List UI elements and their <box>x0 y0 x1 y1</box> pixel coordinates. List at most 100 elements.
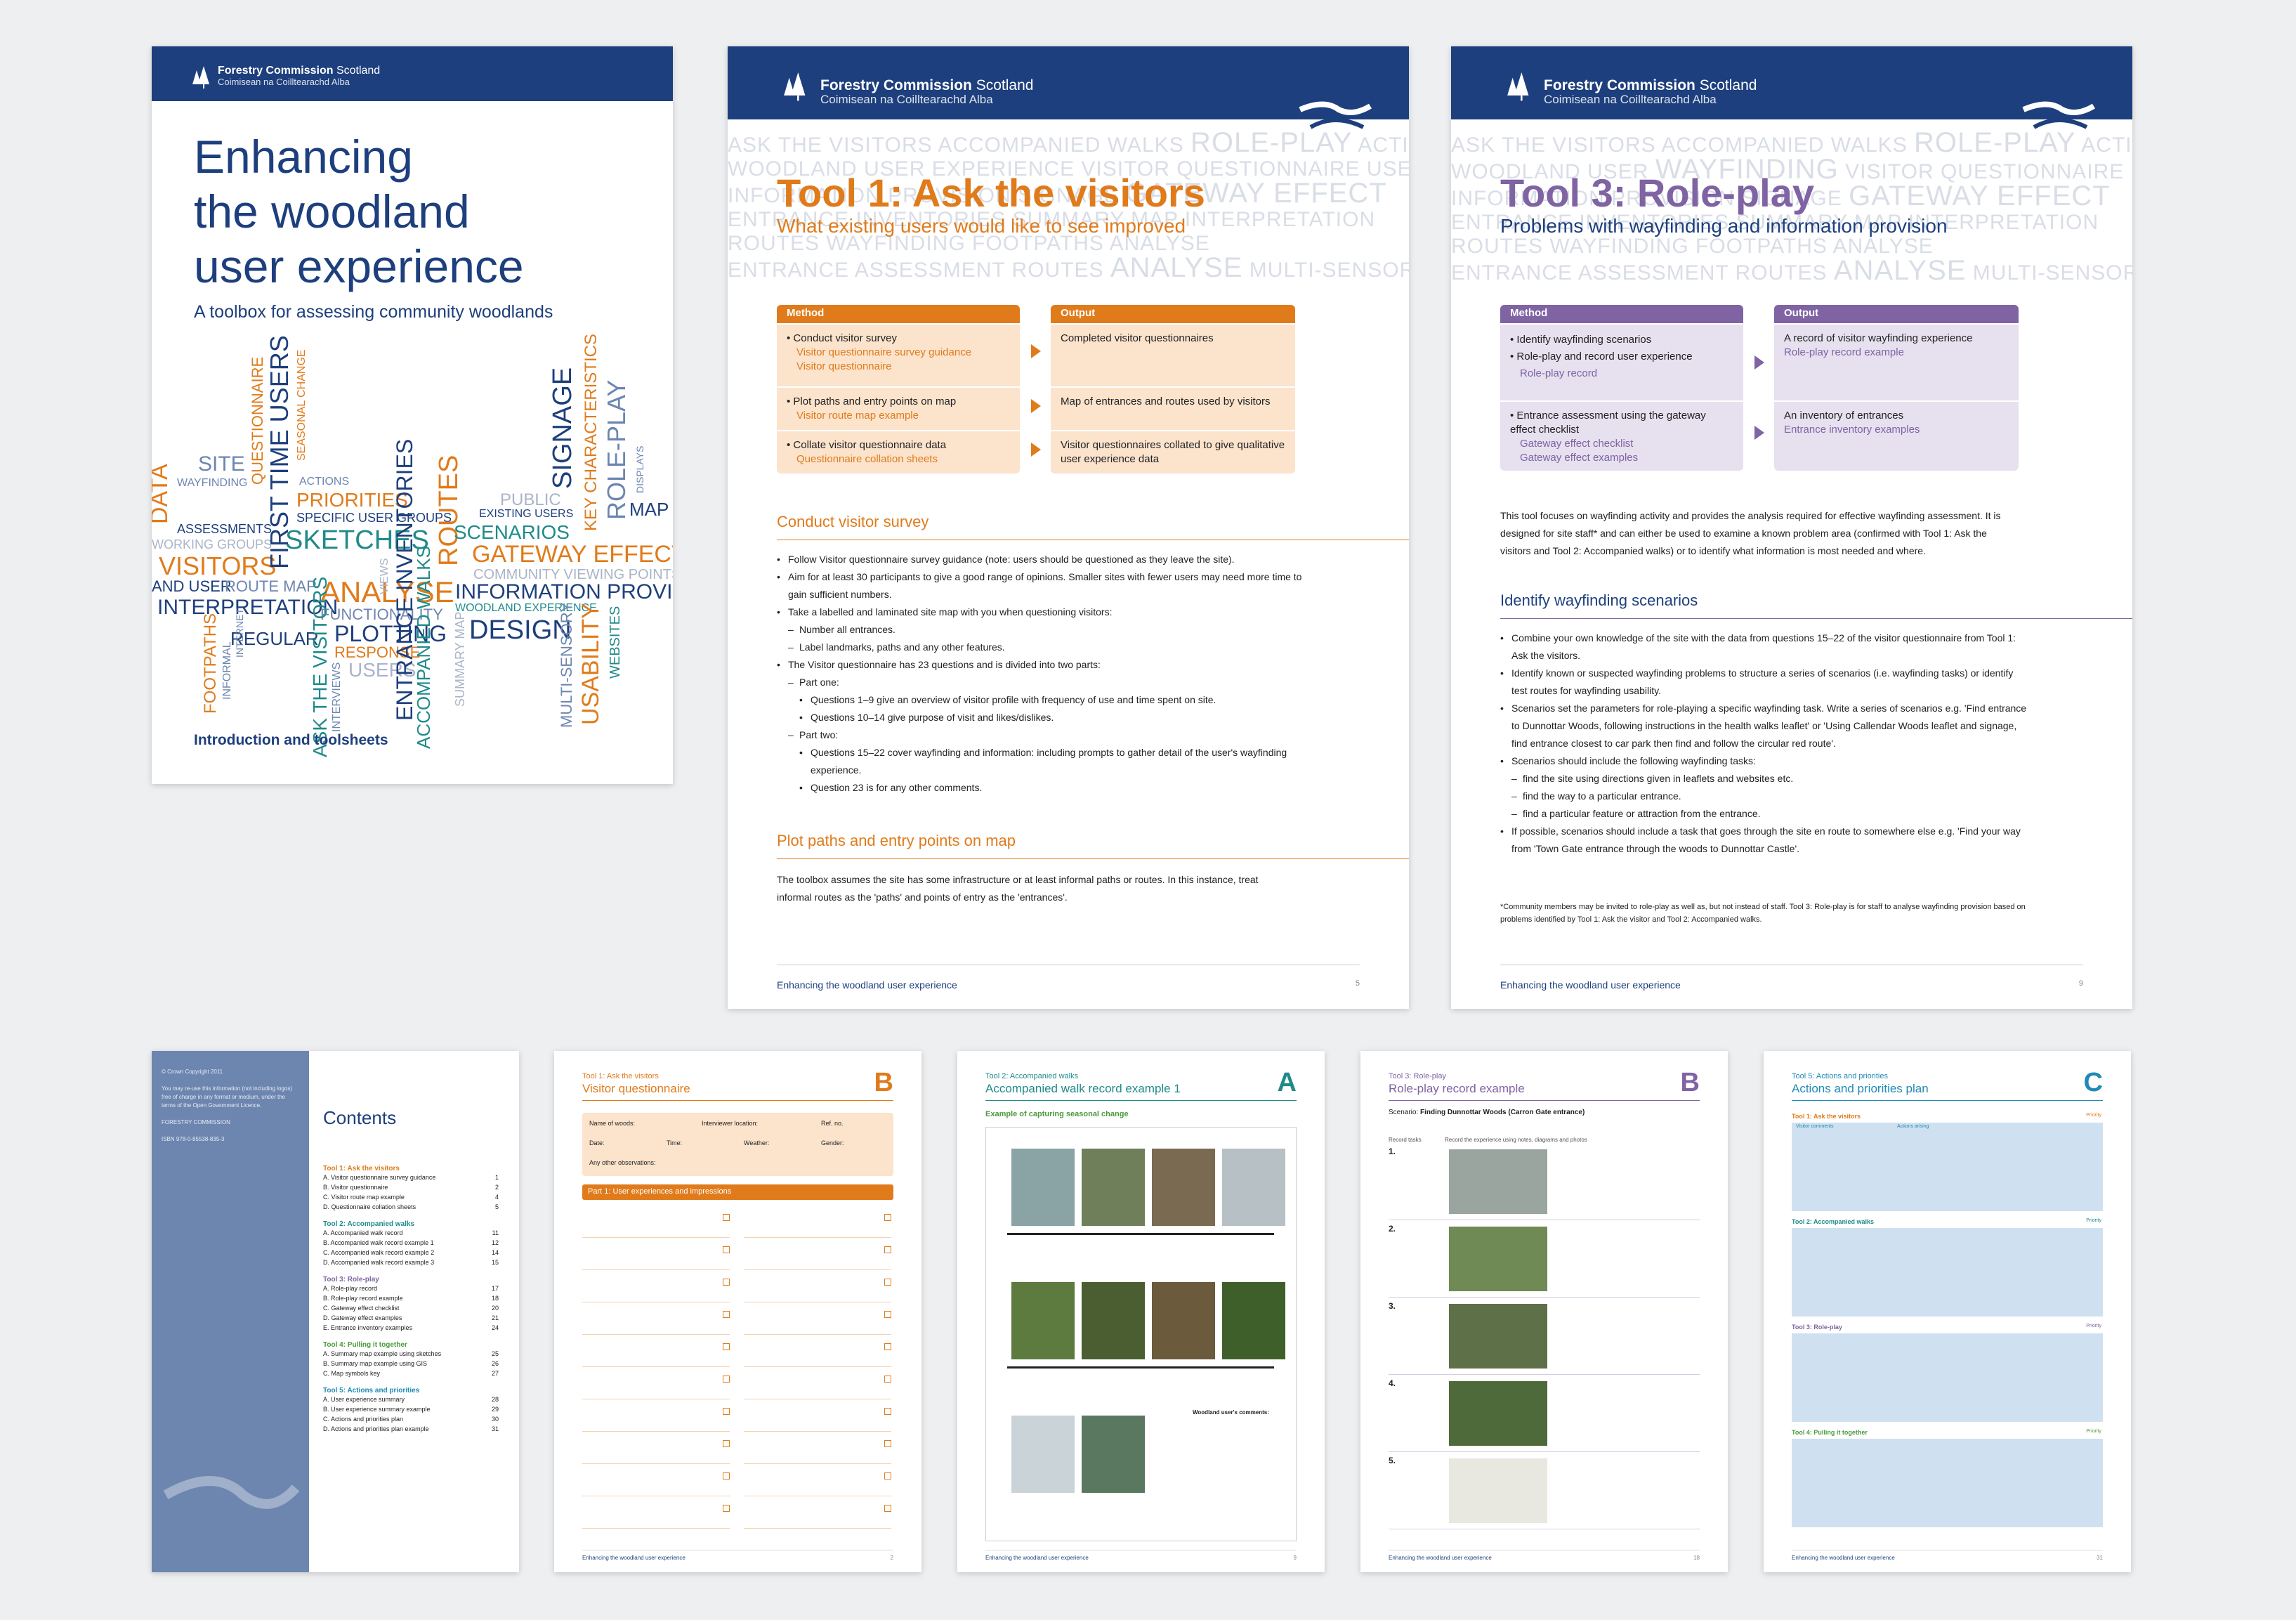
plan-entry-area[interactable] <box>1792 1123 2103 1211</box>
method-box: Method • Identify wayfinding scenarios • … <box>1500 305 1743 471</box>
toc-item[interactable]: E. Entrance inventory examples 24 <box>323 1323 499 1333</box>
toc-item[interactable]: C. Map symbols key 27 <box>323 1368 499 1378</box>
cover-footer: Introduction and toolsheets <box>194 732 388 748</box>
checkbox[interactable] <box>723 1343 730 1350</box>
word: WOODLAND EXPERIENCE <box>455 602 597 614</box>
doc-link[interactable]: Role-play record example <box>1784 346 2009 360</box>
plan-entry-area[interactable] <box>1792 1439 2103 1527</box>
toc-item[interactable]: A. Role-play record 17 <box>323 1283 499 1293</box>
checkbox[interactable] <box>884 1408 891 1415</box>
checkbox[interactable] <box>884 1311 891 1318</box>
checkbox[interactable] <box>723 1214 730 1221</box>
word: AND USER <box>152 577 232 595</box>
sheet-letter: A <box>1277 1068 1297 1097</box>
doc-link[interactable]: Questionnaire collation sheets <box>787 452 1010 466</box>
step-number: 1. <box>1389 1147 1396 1156</box>
toc-item[interactable]: A. User experience summary 28 <box>323 1394 499 1404</box>
accompanied-walk-page: Tool 2: Accompanied walks Accompanied wa… <box>957 1051 1325 1572</box>
checkbox[interactable] <box>723 1279 730 1286</box>
toc-item[interactable]: B. Visitor questionnaire 2 <box>323 1182 499 1192</box>
toc-item[interactable]: A. Accompanied walk record 11 <box>323 1228 499 1238</box>
word: WEBSITES <box>608 606 623 679</box>
toc-item[interactable]: A. Summary map example using sketches 25 <box>323 1349 499 1359</box>
checkbox[interactable] <box>723 1408 730 1415</box>
doc-link[interactable]: Entrance inventory examples <box>1784 423 2009 437</box>
plan-section-heading: Tool 2: Accompanied walks <box>1792 1218 1875 1225</box>
checkbox[interactable] <box>884 1279 891 1286</box>
plan-entry-area[interactable] <box>1792 1333 2103 1422</box>
checkbox[interactable] <box>723 1472 730 1479</box>
checkbox[interactable] <box>884 1246 891 1253</box>
doc-link[interactable]: Gateway effect examples <box>1510 451 1733 465</box>
toc-item[interactable]: B. Accompanied walk record example 1 12 <box>323 1238 499 1248</box>
word: DATA <box>152 464 173 524</box>
priority-label: Priority <box>2086 1218 2101 1223</box>
plan-entry-area[interactable] <box>1792 1228 2103 1317</box>
checkbox[interactable] <box>884 1505 891 1512</box>
toc-item[interactable]: B. Summary map example using GIS 26 <box>323 1359 499 1368</box>
toc-item[interactable]: D. Questionnaire collation sheets 5 <box>323 1202 499 1212</box>
checkbox[interactable] <box>884 1214 891 1221</box>
doc-link[interactable]: Gateway effect checklist <box>1510 437 1733 451</box>
doc-link[interactable]: Visitor questionnaire <box>787 360 1010 374</box>
toc-item[interactable]: A. Visitor questionnaire survey guidance… <box>323 1172 499 1182</box>
toc-item[interactable]: D. Actions and priorities plan example 31 <box>323 1424 499 1434</box>
doc-link[interactable]: Role-play record <box>1510 365 1733 382</box>
bullet: Identify known or suspected wayfinding p… <box>1500 665 2027 700</box>
checkbox[interactable] <box>884 1472 891 1479</box>
toc-item[interactable]: C. Gateway effect checklist 20 <box>323 1303 499 1313</box>
word: VISITORS <box>159 551 277 580</box>
output-row: A record of visitor wayfinding experienc… <box>1774 323 2019 400</box>
word: ROUTES <box>434 455 464 566</box>
checkbox[interactable] <box>723 1311 730 1318</box>
step-number: 4. <box>1389 1378 1396 1388</box>
checkbox[interactable] <box>884 1343 891 1350</box>
bullet: Question 23 is for any other comments. <box>799 779 1311 797</box>
question-row <box>582 1501 730 1529</box>
handshake-icon <box>163 1476 299 1509</box>
doc-link[interactable]: Visitor questionnaire survey guidance <box>787 346 1010 360</box>
checkbox[interactable] <box>723 1376 730 1383</box>
checkbox[interactable] <box>723 1246 730 1253</box>
seasonal-photo <box>1152 1282 1215 1359</box>
checkbox[interactable] <box>723 1440 730 1447</box>
arrow-icon <box>1031 399 1041 413</box>
bullet: Follow Visitor questionnaire survey guid… <box>777 551 1311 568</box>
plan-section-heading: Tool 1: Ask the visitors <box>1792 1113 1861 1120</box>
checkbox[interactable] <box>723 1505 730 1512</box>
toc-item[interactable]: C. Actions and priorities plan 30 <box>323 1414 499 1424</box>
toc-group-heading: Tool 2: Accompanied walks <box>323 1220 415 1228</box>
word: WAYFINDING <box>177 477 248 489</box>
word: SITE <box>198 452 245 476</box>
priority-label: Priority <box>2086 1113 2101 1118</box>
cover-subtitle: A toolbox for assessing community woodla… <box>194 302 553 322</box>
question-row <box>582 1339 730 1367</box>
seasonal-photo <box>1011 1282 1075 1359</box>
arrow-icon <box>1754 355 1764 370</box>
toc-item[interactable]: D. Accompanied walk record example 3 15 <box>323 1258 499 1267</box>
checkbox[interactable] <box>884 1440 891 1447</box>
bullet: Questions 10–14 give purpose of visit an… <box>799 709 1311 726</box>
word: INTERNET <box>234 608 245 658</box>
checkbox[interactable] <box>884 1376 891 1383</box>
toc-item[interactable]: B. User experience summary example 29 <box>323 1404 499 1414</box>
toc-item[interactable]: C. Accompanied walk record example 2 14 <box>323 1248 499 1258</box>
toc-item[interactable]: B. Role-play record example 18 <box>323 1293 499 1303</box>
bullet: If possible, scenarios should include a … <box>1500 823 2027 858</box>
step-photo <box>1449 1149 1547 1214</box>
word: ROLE-PLAY <box>602 379 631 520</box>
tool3-title: Tool 3: Role-play <box>1500 171 1814 215</box>
doc-link[interactable]: Visitor route map example <box>787 409 1010 423</box>
contents-title: Contents <box>323 1107 397 1128</box>
field-label: Time: <box>667 1139 683 1147</box>
word: MULTI-SENSORY <box>558 602 575 728</box>
toc-item[interactable]: C. Visitor route map example 4 <box>323 1192 499 1202</box>
word: GATEWAY EFFECT <box>472 541 673 568</box>
word: SCENARIOS <box>454 521 570 543</box>
field-label: Date: <box>589 1139 605 1147</box>
question-row <box>582 1242 730 1270</box>
bullet: Aim for at least 30 participants to give… <box>777 568 1311 603</box>
toc-item[interactable]: D. Gateway effect examples 21 <box>323 1313 499 1323</box>
output-label: Output <box>1774 305 2019 323</box>
output-row: Visitor questionnaires collated to give … <box>1051 430 1295 473</box>
